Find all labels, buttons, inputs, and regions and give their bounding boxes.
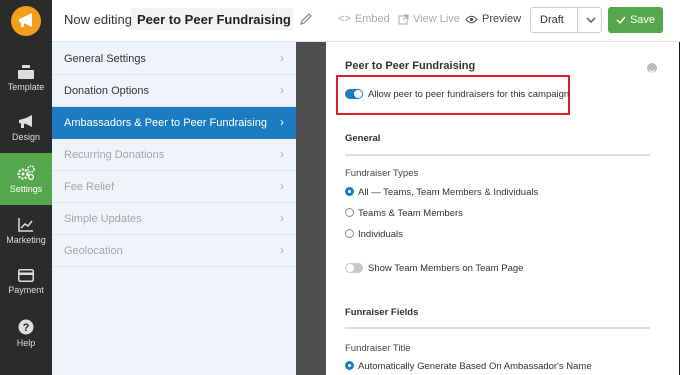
view-live-label: View Live [413,13,460,25]
save-button[interactable]: Save [608,7,663,33]
settings-menu: General Settings › Donation Options › Am… [52,42,296,375]
svg-text:?: ? [23,322,30,334]
chevron-right-icon: › [280,211,284,225]
menu-item-general-settings[interactable]: General Settings › [52,43,296,75]
show-team-members-label: Show Team Members on Team Page [368,263,524,274]
embed-label: Embed [354,13,390,25]
allow-p2p-label: Allow peer to peer fundraisers for this … [368,89,570,100]
card-icon [18,269,34,282]
megaphone-logo-icon [11,6,41,36]
top-bar: Now editing Peer to Peer Fundraising <> … [0,0,680,42]
divider [345,327,650,329]
pencil-icon[interactable] [299,12,313,26]
external-link-icon [398,14,409,24]
menu-item-label: General Settings [64,53,146,65]
nav-design[interactable]: Design [0,102,52,154]
radio-teams[interactable] [345,208,354,217]
menu-item-label: Ambassadors & Peer to Peer Fundraising [64,117,267,129]
collapse-toggle-icon[interactable] [647,63,657,74]
status-select[interactable]: Draft [530,7,602,33]
fundraiser-types-label: Fundraiser Types [345,168,419,179]
menu-item-ambassadors[interactable]: Ambassadors & Peer to Peer Fundraising › [52,107,296,139]
section-title: Peer to Peer Fundraising [345,60,476,72]
nav-marketing[interactable]: Marketing [0,205,52,257]
chevron-right-icon: › [280,115,284,129]
nav-help-label: Help [16,337,36,348]
radio-all-types-label: All — Teams, Team Members & Individuals [358,187,539,198]
menu-item-geolocation[interactable]: Geolocation › [52,235,296,267]
toggle-knob [354,90,362,98]
preview-button[interactable]: Preview [465,13,521,25]
chevron-right-icon: › [280,243,284,257]
nav-marketing-label: Marketing [6,234,46,245]
menu-item-label: Geolocation [64,245,123,257]
menu-item-recurring-donations[interactable]: Recurring Donations › [52,139,296,171]
nav-settings-label: Settings [9,183,43,194]
fundraiser-title-label: Fundraiser Title [345,343,411,354]
toggle-knob [346,264,354,272]
chevron-right-icon: › [280,179,284,193]
template-icon [18,64,34,79]
radio-individuals-label: Individuals [358,229,403,240]
app-logo[interactable] [0,0,52,42]
nav-template-label: Template [7,81,45,92]
nav-design-label: Design [11,131,40,142]
menu-item-fee-relief[interactable]: Fee Relief › [52,171,296,203]
embed-button[interactable]: <> Embed [338,13,390,25]
menu-item-label: Donation Options [64,85,149,97]
save-label: Save [629,14,656,26]
view-live-button[interactable]: View Live [398,13,460,25]
left-nav: Template Design Settings Marketing Payme… [0,42,52,375]
show-team-members-toggle[interactable] [345,263,363,273]
nav-help[interactable]: ? Help [0,307,52,359]
nav-template[interactable]: Template [0,52,52,104]
megaphone-icon [19,114,32,128]
menu-item-label: Simple Updates [64,213,142,225]
preview-gutter [296,42,326,375]
chevron-right-icon: › [280,147,284,161]
nav-payment-label: Payment [8,285,44,295]
status-divider [577,8,578,32]
general-heading: General [345,133,381,144]
radio-all-types[interactable] [345,187,354,196]
eye-icon [465,15,478,23]
radio-auto-generate-title[interactable] [345,361,354,370]
menu-item-simple-updates[interactable]: Simple Updates › [52,203,296,235]
status-value: Draft [540,14,564,26]
nav-settings[interactable]: Settings [0,153,52,205]
chevron-right-icon: › [280,83,284,97]
divider [345,154,650,156]
nav-payment[interactable]: Payment [0,256,52,308]
radio-auto-generate-title-label: Automatically Generate Based On Ambassad… [358,361,592,372]
help-icon: ? [18,319,34,334]
menu-item-label: Recurring Donations [64,149,165,161]
allow-p2p-toggle[interactable] [345,89,363,99]
gears-icon [17,164,35,180]
radio-teams-label: Teams & Team Members [358,208,463,219]
campaign-title-field[interactable]: Peer to Peer Fundraising [131,8,293,30]
radio-individuals[interactable] [345,229,354,238]
settings-content: Peer to Peer Fundraising Allow peer to p… [326,42,680,375]
now-editing-label: Now editing [64,12,132,27]
chevron-down-icon[interactable] [584,13,598,27]
chart-icon [18,217,33,232]
fundraiser-fields-heading: Funraiser Fields [345,307,419,318]
embed-code-icon: <> [338,13,351,25]
preview-label: Preview [482,13,522,25]
menu-item-label: Fee Relief [64,181,115,193]
menu-item-donation-options[interactable]: Donation Options › [52,75,296,107]
chevron-right-icon: › [280,51,284,65]
check-icon [616,16,626,24]
